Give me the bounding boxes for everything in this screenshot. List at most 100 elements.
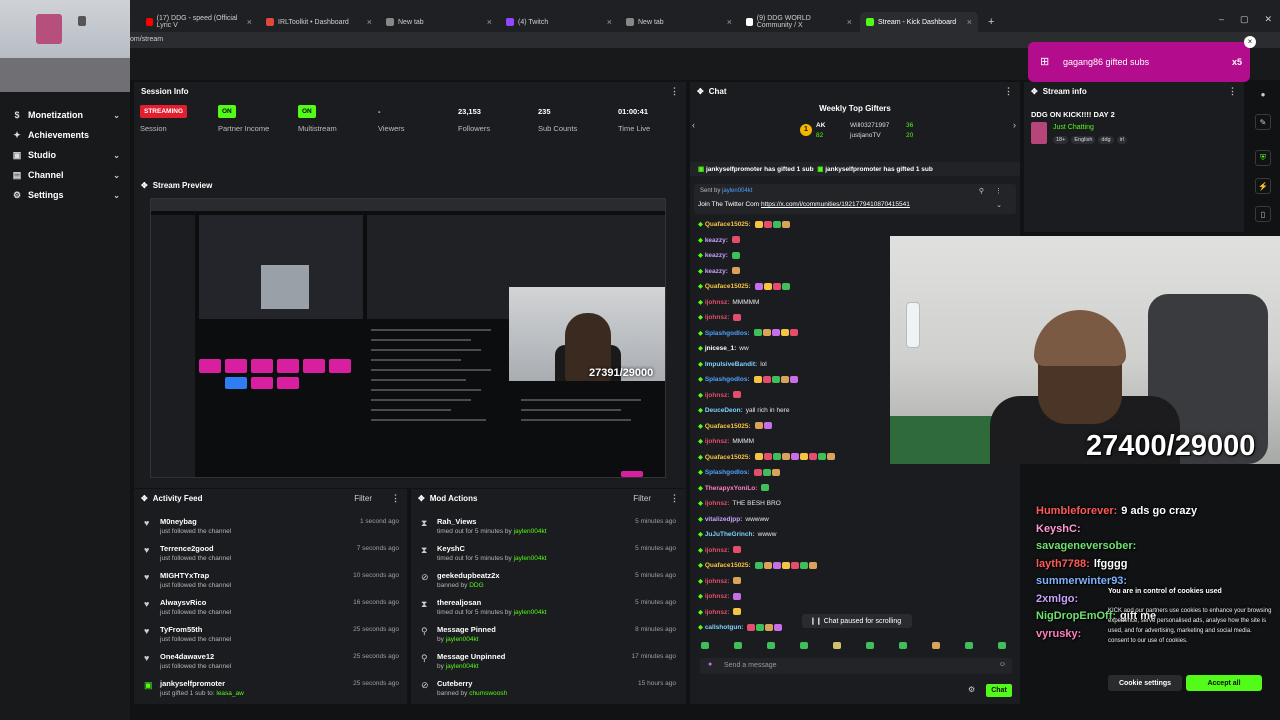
chat-message[interactable]: ◆ ijohnsz: THE BESH BRO bbox=[698, 499, 781, 507]
list-item[interactable]: ▣ jankyselfpromoter just gifted 1 sub to: … bbox=[134, 675, 407, 702]
chat-username[interactable]: DeuceDeon: bbox=[705, 407, 743, 414]
browser-tab[interactable]: New tab × bbox=[380, 12, 498, 32]
chat-message[interactable]: ◆ ijohnsz: bbox=[698, 546, 742, 554]
accept-cookies-button[interactable]: Accept all bbox=[1186, 675, 1262, 691]
chat-message[interactable]: ◆ ijohnsz: bbox=[698, 577, 742, 585]
chat-message[interactable]: ◆ ijohnsz: bbox=[698, 313, 742, 321]
tag[interactable]: irl bbox=[1116, 136, 1127, 144]
chat-message[interactable]: ◆ ImpulsiveBandit: lol bbox=[698, 360, 767, 368]
tag[interactable]: 18+ bbox=[1053, 136, 1069, 144]
chat-message[interactable]: ◆ vitalizedjpp: wwwww bbox=[698, 515, 769, 523]
emote[interactable] bbox=[866, 642, 874, 649]
chat-username[interactable]: ijohnsz: bbox=[705, 500, 730, 507]
chat-message[interactable]: ◆ ijohnsz: bbox=[698, 592, 742, 600]
browser-tab[interactable]: IRLToolkit • Dashboard × bbox=[260, 12, 378, 32]
filter-button[interactable]: Filter bbox=[354, 494, 372, 503]
chat-paused-notice[interactable]: ❙❙ Chat paused for scrolling bbox=[802, 614, 912, 628]
chevron-right-icon[interactable]: › bbox=[1013, 120, 1016, 130]
close-icon[interactable]: × bbox=[487, 17, 492, 27]
shield-icon[interactable]: ⛨ bbox=[1255, 150, 1271, 166]
chat-input[interactable]: ● Send a message ☺ bbox=[700, 658, 1012, 674]
move-icon[interactable]: ✥ bbox=[697, 87, 704, 96]
list-item[interactable]: ⊘ Cuteberry banned by chumswoosh 15 hours a… bbox=[411, 675, 684, 702]
close-icon[interactable]: × bbox=[607, 17, 612, 27]
move-icon[interactable]: ✥ bbox=[141, 494, 148, 503]
close-icon[interactable]: × bbox=[967, 17, 972, 27]
chat-username[interactable]: Splashgodlos: bbox=[705, 469, 750, 476]
chat-username[interactable]: ijohnsz: bbox=[705, 438, 730, 445]
chat-username[interactable]: ijohnsz: bbox=[705, 314, 730, 321]
close-icon[interactable]: × bbox=[247, 17, 252, 27]
chat-message[interactable]: ◆ Quaface15025: bbox=[698, 453, 835, 461]
browser-tab[interactable]: (9) DDG WORLD Community / X × bbox=[740, 12, 858, 32]
chat-message[interactable]: ◆ keazzy: bbox=[698, 267, 740, 275]
chat-message[interactable]: ◆ ijohnsz: bbox=[698, 608, 742, 616]
gear-icon[interactable]: ⚙ bbox=[968, 685, 975, 694]
emote[interactable] bbox=[701, 642, 709, 649]
chevron-down-icon[interactable]: ⌄ bbox=[996, 201, 1002, 209]
chat-username[interactable]: Splashgodlos: bbox=[705, 376, 750, 383]
move-icon[interactable]: ✥ bbox=[418, 494, 425, 503]
more-icon[interactable]: ⋮ bbox=[1004, 86, 1013, 97]
tag[interactable]: ddg bbox=[1098, 136, 1114, 144]
pencil-icon[interactable]: ✎ bbox=[1255, 114, 1271, 130]
chat-username[interactable]: vitalizedjpp: bbox=[705, 516, 743, 523]
list-item[interactable]: ⚲ Message Unpinned by jaylen004kt 17 minute… bbox=[411, 648, 684, 675]
chat-message[interactable]: ◆ keazzy: bbox=[698, 236, 740, 244]
new-tab-button[interactable]: + bbox=[982, 12, 996, 32]
chat-message[interactable]: ◆ keazzy: bbox=[698, 251, 740, 259]
more-icon[interactable]: ⋮ bbox=[1228, 86, 1237, 97]
chat-username[interactable]: JuJuTheGrinch: bbox=[705, 531, 755, 538]
chat-username[interactable]: ijohnsz: bbox=[705, 547, 730, 554]
list-item[interactable]: ⧗ Rah_Views timed out for 5 minutes by jay… bbox=[411, 513, 684, 540]
more-icon[interactable]: ⋮ bbox=[670, 493, 679, 504]
tag[interactable]: English bbox=[1071, 136, 1096, 144]
chat-message[interactable]: ◆ DeuceDeon: yall rich in here bbox=[698, 406, 789, 414]
close-icon[interactable]: × bbox=[847, 17, 852, 27]
list-item[interactable]: ♥ AlwaysvRico just followed the channel 16 … bbox=[134, 594, 407, 621]
chat-username[interactable]: Quaface15025: bbox=[705, 562, 751, 569]
lightning-icon[interactable]: ⚡ bbox=[1255, 178, 1271, 194]
chat-username[interactable]: jnicese_1: bbox=[705, 345, 736, 352]
pinned-message[interactable]: Sent by jaylen004kt Join The Twitter Com… bbox=[694, 184, 1016, 214]
list-item[interactable]: ♥ MIGHTYxTrap just followed the channel 10 … bbox=[134, 567, 407, 594]
move-icon[interactable]: ✥ bbox=[1031, 87, 1038, 96]
chat-username[interactable]: Quaface15025: bbox=[705, 454, 751, 461]
chat-message[interactable]: ◆ ijohnsz: MMMMM bbox=[698, 298, 759, 306]
chat-username[interactable]: ijohnsz: bbox=[705, 593, 730, 600]
chat-message[interactable]: ◆ ijohnsz: bbox=[698, 391, 742, 399]
close-window-icon[interactable]: ✕ bbox=[1264, 14, 1272, 25]
chat-username[interactable]: TherapyxYoniLo: bbox=[705, 485, 758, 492]
more-icon[interactable]: ⋮ bbox=[391, 493, 400, 504]
list-item[interactable]: ♥ M0neybag just followed the channel 1 seco… bbox=[134, 513, 407, 540]
close-icon[interactable]: × bbox=[1244, 36, 1256, 48]
pin-icon[interactable]: ⚲ bbox=[979, 187, 984, 195]
list-item[interactable]: ⚲ Message Pinned by jaylen004kt 8 minutes a… bbox=[411, 621, 684, 648]
chat-username[interactable]: ijohnsz: bbox=[705, 578, 730, 585]
chat-message[interactable]: ◆ Quaface15025: bbox=[698, 561, 817, 569]
browser-tab[interactable]: (4) Twitch × bbox=[500, 12, 618, 32]
chat-username[interactable]: ijohnsz: bbox=[705, 609, 730, 616]
filter-button[interactable]: Filter bbox=[633, 494, 651, 503]
chat-username[interactable]: Quaface15025: bbox=[705, 423, 751, 430]
chat-message[interactable]: ◆ Quaface15025: bbox=[698, 422, 772, 430]
maximize-icon[interactable]: ▢ bbox=[1240, 14, 1249, 25]
more-icon[interactable]: ⋮ bbox=[995, 187, 1002, 195]
chat-message[interactable]: ◆ TherapyxYoniLo: bbox=[698, 484, 770, 492]
stream-preview-video[interactable]: 27391/29000 bbox=[150, 198, 666, 478]
list-item[interactable]: ⧗ therealjosan timed out for 5 minutes by … bbox=[411, 594, 684, 621]
chat-username[interactable]: keazzy: bbox=[705, 237, 728, 244]
info-icon[interactable]: ● bbox=[1255, 86, 1271, 102]
chat-username[interactable]: callshotgun: bbox=[705, 624, 744, 631]
chat-username[interactable]: Quaface15025: bbox=[705, 221, 751, 228]
category-link[interactable]: Just Chatting bbox=[1053, 124, 1094, 131]
emote[interactable] bbox=[932, 642, 940, 649]
chat-username[interactable]: ImpulsiveBandit: bbox=[705, 361, 757, 368]
list-item[interactable]: ⧗ KeyshC timed out for 5 minutes by jaylen… bbox=[411, 540, 684, 567]
cookie-settings-button[interactable]: Cookie settings bbox=[1108, 675, 1182, 691]
chat-message[interactable]: ◆ JuJuTheGrinch: wwww bbox=[698, 530, 776, 538]
chat-username[interactable]: Splashgodlos: bbox=[705, 330, 750, 337]
list-item[interactable]: ♥ One4dawave12 just followed the channel 25… bbox=[134, 648, 407, 675]
chat-message[interactable]: ◆ callshotgun: bbox=[698, 623, 783, 631]
chat-message[interactable]: ◆ ijohnsz: MMMM bbox=[698, 437, 754, 445]
